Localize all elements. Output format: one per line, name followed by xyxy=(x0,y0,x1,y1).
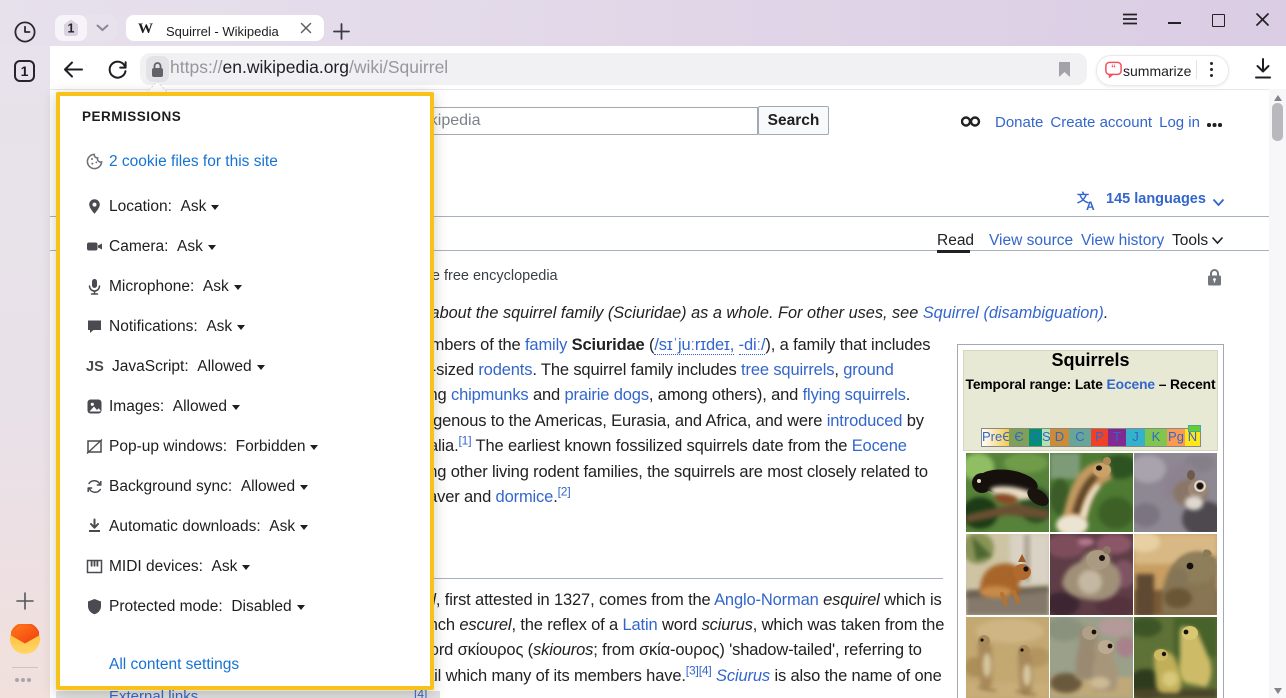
svg-text:1: 1 xyxy=(68,22,75,36)
svg-text:“: “ xyxy=(1111,64,1116,75)
svg-text:A: A xyxy=(1086,199,1095,211)
